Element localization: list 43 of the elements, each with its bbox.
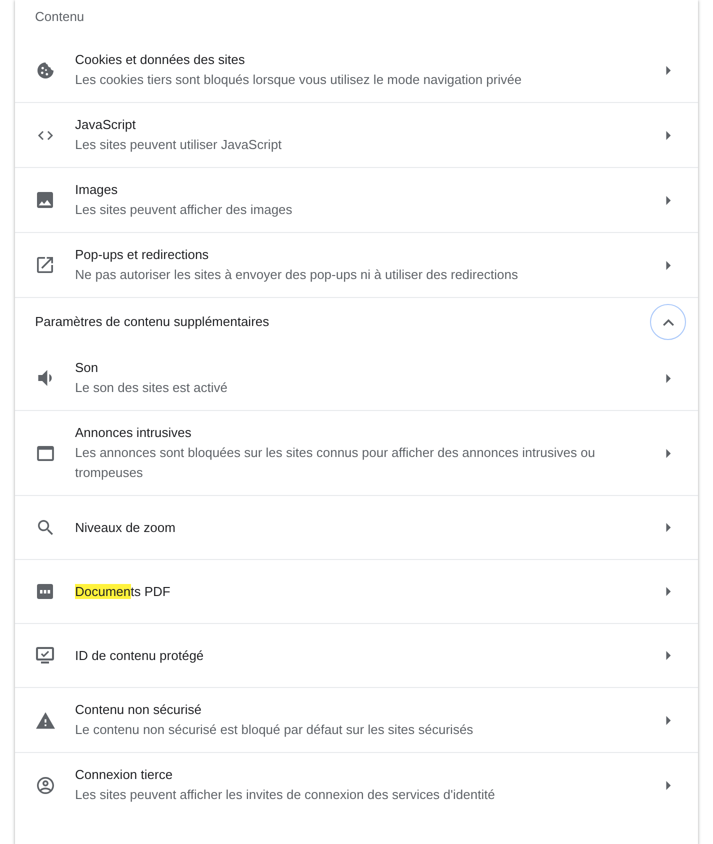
arrow-right-icon	[666, 716, 670, 724]
file-tile-icon	[37, 584, 53, 599]
section-heading: Paramètres de contenu supplémentaires	[35, 313, 270, 331]
speaker-icon	[38, 370, 52, 386]
arrow-right-icon	[666, 260, 670, 270]
row-description: Le contenu non sécurisé est bloqué par défaut sur les sites sécurisés	[75, 721, 474, 739]
row-title[interactable]: Annonces intrusives	[75, 423, 615, 443]
row-description: Les sites peuvent afficher les invites de connexion des services d'identité	[75, 786, 496, 804]
row-title[interactable]: Pop-ups et redirections	[75, 245, 615, 265]
arrow-right-icon	[666, 374, 670, 382]
arrow-right-icon	[666, 448, 670, 458]
arrow-right-icon	[666, 651, 670, 660]
image-icon	[37, 192, 53, 208]
arrow-right-icon	[666, 587, 670, 596]
row-description: Les sites peuvent utiliser JavaScript	[75, 136, 283, 154]
row-description: Ne pas autoriser les sites à envoyer des pop-ups ni à utiliser des redirections	[75, 266, 519, 284]
row-title[interactable]: Connexion tierce	[75, 765, 615, 785]
cookie-icon	[36, 62, 54, 78]
arrow-right-icon	[666, 66, 670, 74]
open-in-new-icon	[37, 257, 53, 273]
row-description: Le son des sites est activé	[75, 379, 228, 397]
collapse-button[interactable]	[650, 304, 686, 340]
row-title[interactable]: JavaScript	[75, 115, 615, 135]
arrow-right-icon	[666, 523, 670, 532]
warning-icon	[36, 712, 54, 728]
row-title[interactable]: Contenu non sécurisé	[75, 700, 615, 720]
row-description: Les sites peuvent afficher des images	[75, 201, 294, 219]
window-icon	[36, 446, 54, 460]
row-title[interactable]: Niveaux de zoom	[75, 518, 615, 538]
row-title[interactable]: ID de contenu protégé	[75, 646, 615, 666]
row-title[interactable]: Cookies et données des sites	[75, 50, 615, 70]
row-title[interactable]: Images	[75, 180, 615, 200]
row-description: Les cookies tiers sont bloqués lorsque vous utilisez le mode navigation privée	[75, 71, 523, 89]
section-heading: Contenu	[35, 9, 84, 24]
arrow-right-icon	[666, 196, 670, 204]
search-icon	[38, 520, 52, 535]
code-icon	[38, 130, 52, 140]
arrow-right-icon	[666, 780, 670, 790]
monitor-check-icon	[36, 647, 54, 664]
arrow-right-icon	[666, 130, 670, 140]
row-description: Les annonces sont bloquées sur les sites connus pour afficher des annonces intrusives ou trompeuses	[75, 444, 596, 482]
row-title[interactable]: Son	[75, 358, 615, 378]
chevron-up-icon	[662, 318, 674, 326]
